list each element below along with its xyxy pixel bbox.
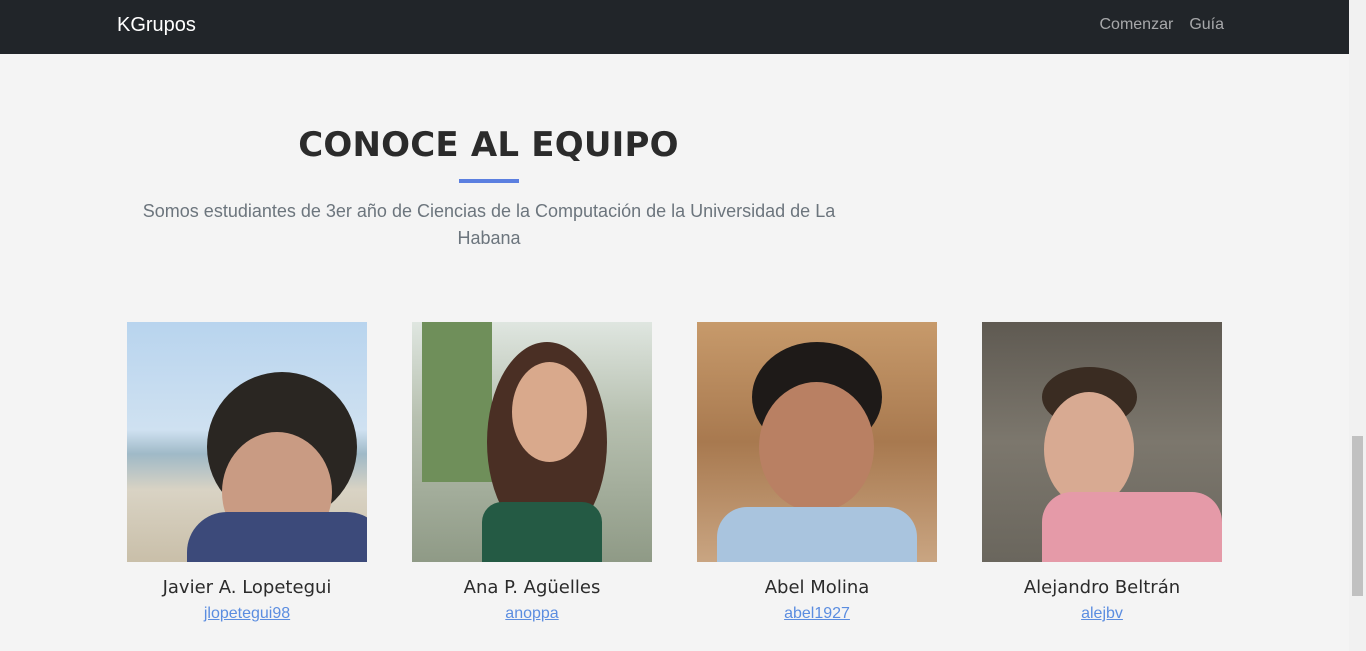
section-title: CONOCE AL EQUIPO (298, 125, 679, 165)
top-navbar: KGrupos Comenzar Guía (0, 0, 1349, 54)
member-username-link[interactable]: alejbv (1081, 605, 1123, 623)
member-username-link[interactable]: anoppa (505, 605, 558, 623)
team-card-javier: Javier A. Lopetegui jlopetegui98 (127, 322, 367, 623)
member-photo (982, 322, 1222, 562)
scrollbar-thumb[interactable] (1352, 436, 1363, 596)
team-card-ana: Ana P. Agüelles anoppa (412, 322, 652, 623)
member-name: Javier A. Lopetegui (162, 577, 332, 598)
member-photo (697, 322, 937, 562)
member-name: Alejandro Beltrán (1023, 577, 1181, 598)
page-scrollbar[interactable] (1349, 0, 1366, 651)
section-subtitle: Somos estudiantes de 3er año de Ciencias… (142, 201, 836, 248)
member-username-link[interactable]: abel1927 (784, 605, 850, 623)
nav-link-comenzar[interactable]: Comenzar (1100, 16, 1174, 34)
nav-link-guia[interactable]: Guía (1189, 16, 1224, 34)
team-card-abel: Abel Molina abel1927 (697, 322, 937, 623)
brand-logo[interactable]: KGrupos (117, 14, 196, 37)
nav-links: Comenzar Guía (1100, 16, 1225, 34)
member-name: Abel Molina (764, 577, 870, 598)
member-username-link[interactable]: jlopetegui98 (204, 605, 290, 623)
member-photo (412, 322, 652, 562)
member-photo (127, 322, 367, 562)
team-card-alejandro: Alejandro Beltrán alejbv (982, 322, 1222, 623)
member-name: Ana P. Agüelles (463, 577, 601, 598)
title-divider (459, 179, 519, 183)
